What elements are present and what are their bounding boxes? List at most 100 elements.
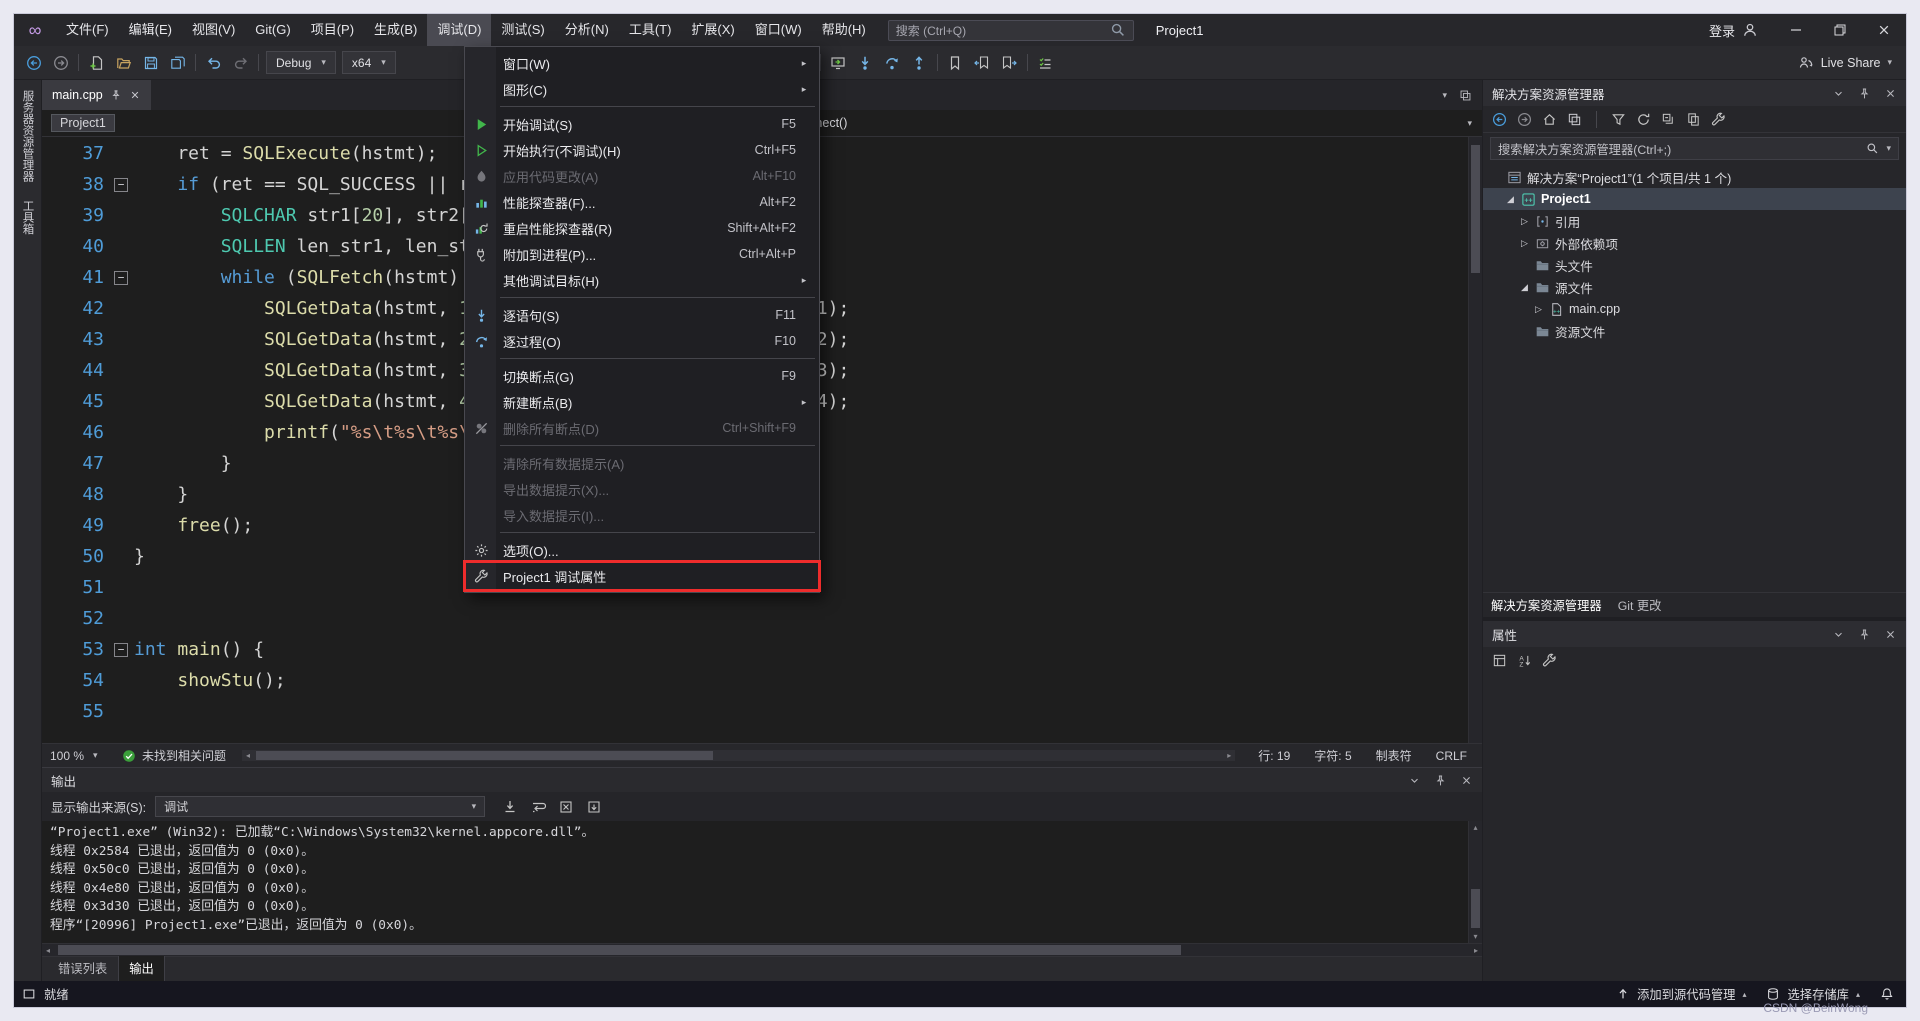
menu-item[interactable]: 选项(O)... — [466, 537, 818, 563]
pin-icon[interactable] — [1858, 87, 1871, 100]
expanded-arrow-icon[interactable]: ◢ — [1503, 194, 1518, 205]
problems-indicator[interactable]: 未找到相关问题 — [122, 747, 226, 764]
breakpoint-margin[interactable] — [42, 541, 62, 572]
nav-forward-icon[interactable] — [1517, 112, 1532, 127]
chevron-down-icon[interactable] — [1408, 774, 1421, 787]
menubar-item[interactable]: 窗口(W) — [745, 14, 812, 46]
save-icon[interactable] — [137, 50, 164, 76]
menu-item[interactable]: 其他调试目标(H)▸ — [466, 267, 818, 293]
jump-to-output-icon[interactable] — [502, 799, 518, 815]
breakpoint-margin[interactable] — [42, 634, 62, 665]
menu-item[interactable]: 开始调试(S)F5 — [466, 111, 818, 137]
menubar-item[interactable]: 调试(D) — [427, 14, 491, 46]
close-button[interactable] — [1862, 14, 1906, 46]
breakpoint-margin[interactable] — [42, 696, 62, 727]
output-body[interactable]: “Project1.exe” (Win32): 已加载“C:\Windows\S… — [42, 821, 1482, 943]
nav-back-icon[interactable] — [20, 50, 47, 76]
pin-icon[interactable] — [1434, 774, 1447, 787]
breakpoint-margin[interactable] — [42, 231, 62, 262]
clear-output-icon[interactable] — [558, 799, 574, 815]
pending-changes-icon[interactable] — [1611, 112, 1626, 127]
chevron-down-icon[interactable]: ▾ — [1442, 90, 1447, 101]
menu-item[interactable]: 窗口(W)▸ — [466, 50, 818, 76]
menu-item[interactable]: 图形(C)▸ — [466, 76, 818, 102]
tree-item[interactable]: 头文件 — [1483, 254, 1906, 276]
live-share-button[interactable]: Live Share ▾ — [1798, 55, 1892, 71]
editor-vertical-scrollbar[interactable] — [1468, 137, 1482, 743]
properties-wrench-icon[interactable] — [1711, 112, 1726, 127]
menu-item[interactable]: 清除所有数据提示(A) — [466, 450, 818, 476]
bottom-panel-tab[interactable]: 输出 — [119, 956, 164, 981]
nav-forward-icon[interactable] — [47, 50, 74, 76]
menu-item[interactable]: 重启性能探查器(R)Shift+Alt+F2 — [466, 215, 818, 241]
menubar-item[interactable]: 分析(N) — [555, 14, 619, 46]
menubar-item[interactable]: 扩展(X) — [681, 14, 744, 46]
bookmark-prev-icon[interactable] — [969, 50, 996, 76]
menu-item[interactable]: 切换断点(G)F9 — [466, 363, 818, 389]
bottom-panel-tab[interactable]: 错误列表 — [48, 956, 117, 981]
restore-button[interactable] — [1818, 14, 1862, 46]
breakpoint-margin[interactable] — [42, 572, 62, 603]
open-folder-icon[interactable] — [110, 50, 137, 76]
scroll-left-icon[interactable]: ◂ — [42, 944, 54, 956]
scrollbar-thumb[interactable] — [1471, 889, 1480, 928]
code-line[interactable]: 52 — [42, 603, 1468, 634]
close-icon[interactable] — [1460, 774, 1473, 787]
solution-search-box[interactable]: 搜索解决方案资源管理器(Ctrl+;) ▾ — [1490, 137, 1899, 160]
fold-collapse-icon[interactable]: − — [114, 643, 128, 657]
sign-in-button[interactable]: 登录 — [1693, 21, 1774, 40]
menu-item[interactable]: 新建断点(B)▸ — [466, 389, 818, 415]
menubar-item[interactable]: 生成(B) — [364, 14, 427, 46]
chevron-down-icon[interactable] — [1832, 628, 1845, 641]
tree-item[interactable]: ▷++main.cpp — [1483, 298, 1906, 320]
fold-collapse-icon[interactable]: − — [114, 178, 128, 192]
menu-item[interactable]: 应用代码更改(A)Alt+F10 — [466, 163, 818, 189]
editor-horizontal-scrollbar[interactable]: ◂ ▸ — [242, 750, 1235, 761]
tree-item[interactable]: ▷外部依赖项 — [1483, 232, 1906, 254]
scroll-up-icon[interactable]: ▴ — [1473, 823, 1477, 832]
show-all-files-icon[interactable] — [1686, 112, 1701, 127]
collapsed-arrow-icon[interactable]: ▷ — [1517, 238, 1532, 249]
bookmark-next-icon[interactable] — [996, 50, 1023, 76]
menubar-item[interactable]: 帮助(H) — [812, 14, 876, 46]
code-line[interactable]: 53−int main() { — [42, 634, 1468, 665]
step-into-icon[interactable] — [852, 50, 879, 76]
breakpoint-margin[interactable] — [42, 448, 62, 479]
tree-item[interactable]: ▷引用 — [1483, 210, 1906, 232]
autoscroll-icon[interactable] — [586, 799, 602, 815]
scroll-down-icon[interactable]: ▾ — [1473, 932, 1477, 941]
breakpoint-margin[interactable] — [42, 355, 62, 386]
zoom-dropdown[interactable]: 100 % ▾ — [50, 749, 112, 763]
task-list-icon[interactable] — [1032, 50, 1059, 76]
scroll-right-icon[interactable]: ▸ — [1223, 750, 1235, 761]
code-line[interactable]: 54 showStu(); — [42, 665, 1468, 696]
breakpoint-margin[interactable] — [42, 138, 62, 169]
panel-tab[interactable]: Git 更改 — [1618, 596, 1662, 614]
wrap-lines-icon[interactable] — [530, 799, 546, 815]
menubar-item[interactable]: 项目(P) — [301, 14, 364, 46]
menu-item[interactable]: 导入数据提示(I)... — [466, 502, 818, 528]
split-window-icon[interactable] — [1459, 89, 1472, 102]
status-bar-item[interactable]: 添加到源代码管理▴ — [1616, 985, 1746, 1003]
menubar-item[interactable]: 编辑(E) — [119, 14, 182, 46]
collapsed-arrow-icon[interactable]: ▷ — [1517, 216, 1532, 227]
tree-item[interactable]: 解决方案“Project1”(1 个项目/共 1 个) — [1483, 166, 1906, 188]
scroll-left-icon[interactable]: ◂ — [242, 750, 254, 761]
menubar-item[interactable]: 测试(S) — [491, 14, 554, 46]
refresh-icon[interactable] — [1636, 112, 1651, 127]
quick-search-box[interactable]: 搜索 (Ctrl+Q) — [888, 20, 1134, 41]
step-over-icon[interactable] — [879, 50, 906, 76]
pin-icon[interactable] — [1858, 628, 1871, 641]
expanded-arrow-icon[interactable]: ◢ — [1517, 282, 1532, 293]
tabs-indicator[interactable]: 制表符 — [1369, 747, 1419, 764]
breakpoint-margin[interactable] — [42, 510, 62, 541]
tab-main-cpp[interactable]: main.cpp — [42, 80, 151, 110]
menu-item[interactable]: 逐过程(O)F10 — [466, 328, 818, 354]
save-all-icon[interactable] — [164, 50, 191, 76]
line-indicator[interactable]: 行: 19 — [1251, 747, 1297, 764]
chevron-down-icon[interactable] — [1832, 87, 1845, 100]
categorized-icon[interactable] — [1492, 653, 1507, 668]
breakpoint-margin[interactable] — [42, 200, 62, 231]
breakpoint-margin[interactable] — [42, 324, 62, 355]
output-horizontal-scrollbar[interactable]: ◂ ▸ — [42, 943, 1482, 956]
